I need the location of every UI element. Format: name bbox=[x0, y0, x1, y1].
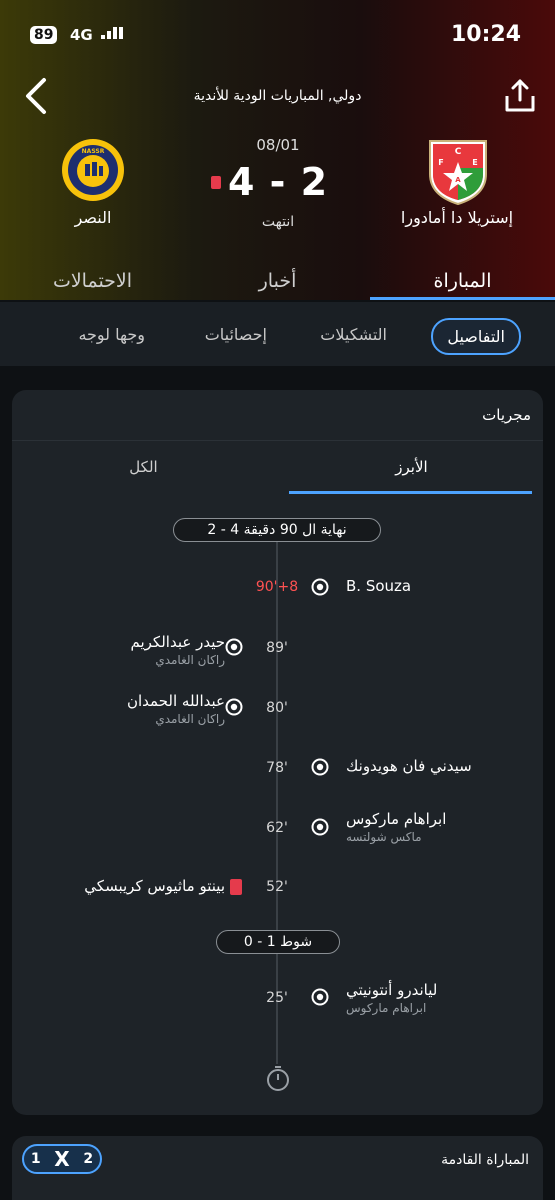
away-logo-text: NASSR bbox=[82, 148, 105, 155]
match-status: انتهت bbox=[261, 214, 295, 230]
subtab-lineups[interactable]: التشكيلات bbox=[320, 325, 387, 344]
subtab-stats[interactable]: إحصائيات bbox=[205, 325, 267, 344]
signal-icon bbox=[101, 27, 123, 39]
filter-highlights[interactable]: الأبرز bbox=[290, 458, 533, 476]
event-minute: 25' bbox=[266, 990, 288, 1006]
events-title: مجريات bbox=[482, 406, 531, 424]
event-player[interactable]: ابراهام ماركوس bbox=[346, 810, 446, 828]
filter-all[interactable]: الكل bbox=[22, 458, 265, 476]
events-card: مجريات الأبرز الكل نهاية ال 90 دقيقة 4 -… bbox=[12, 390, 543, 1115]
event-minute: 62' bbox=[266, 820, 288, 836]
back-arrow-icon[interactable] bbox=[20, 76, 54, 116]
event-assist: راكان الغامدي bbox=[155, 653, 225, 667]
odds-badge-1: 1 bbox=[30, 1151, 41, 1167]
competition-name[interactable]: دولي, المباريات الودية للأندية bbox=[140, 88, 415, 104]
home-logo-letter-f: F bbox=[438, 158, 443, 167]
soccer-ball-icon bbox=[225, 638, 243, 656]
match-score: 4 - 2 bbox=[227, 160, 329, 204]
home-team-logo[interactable]: C F E A bbox=[427, 138, 489, 206]
event-minute: 90'+8 bbox=[255, 579, 299, 595]
soccer-ball-icon bbox=[311, 818, 329, 836]
full-time-pill: نهاية ال 90 دقيقة 4 - 2 bbox=[173, 518, 381, 542]
red-card-icon bbox=[230, 879, 242, 895]
detail-subtabs: التفاصيل التشكيلات إحصائيات وجها لوجه bbox=[0, 302, 555, 366]
event-player[interactable]: عبدالله الحمدان bbox=[127, 692, 225, 710]
stopwatch-icon bbox=[267, 1066, 289, 1091]
active-filter-indicator bbox=[289, 491, 532, 494]
odds-badge-x: X bbox=[54, 1147, 70, 1171]
event-player[interactable]: سيدني فان هويدونك bbox=[346, 757, 472, 775]
event-assist: راكان الغامدي bbox=[155, 712, 225, 726]
match-header: 89 4G 10:24 دولي, المباريات الودية للأند… bbox=[0, 0, 555, 300]
away-team-logo[interactable]: NASSR bbox=[61, 138, 125, 202]
soccer-ball-icon bbox=[311, 578, 329, 596]
home-logo-letter-a: A bbox=[455, 176, 461, 184]
event-assist: ابراهام ماركوس bbox=[346, 1001, 427, 1015]
soccer-ball-icon bbox=[311, 988, 329, 1006]
next-match-card[interactable]: 1 X 2 المباراة القادمة bbox=[12, 1136, 543, 1200]
away-team-name[interactable]: النصر bbox=[18, 208, 168, 227]
event-assist: ماكس شولتسه bbox=[346, 830, 422, 844]
battery-indicator: 89 bbox=[30, 26, 58, 44]
event-minute: 78' bbox=[266, 760, 288, 776]
share-icon[interactable] bbox=[503, 78, 537, 114]
tab-news[interactable]: أخبار bbox=[185, 270, 370, 292]
event-minute: 52' bbox=[266, 879, 288, 895]
event-minute: 89' bbox=[266, 640, 288, 656]
timeline-line bbox=[276, 538, 278, 1064]
event-player[interactable]: لياندرو أنتونيتي bbox=[346, 981, 437, 999]
home-team-name[interactable]: إستريلا دا أمادورا bbox=[377, 208, 537, 227]
event-player[interactable]: بينتو ماثيوس كريبسكي bbox=[84, 877, 225, 895]
half-time-pill: شوط 1 - 0 bbox=[216, 930, 340, 954]
soccer-ball-icon bbox=[311, 758, 329, 776]
status-time: 10:24 bbox=[450, 22, 521, 47]
subtab-head-to-head[interactable]: وجها لوجه bbox=[78, 325, 145, 344]
match-date: 08/01 bbox=[256, 136, 300, 154]
odds-badge[interactable]: 1 X 2 bbox=[22, 1144, 102, 1174]
tab-odds[interactable]: الاحتمالات bbox=[0, 270, 185, 292]
home-logo-letter-c: C bbox=[455, 147, 462, 157]
next-match-title: المباراة القادمة bbox=[441, 1152, 529, 1168]
event-player[interactable]: B. Souza bbox=[346, 577, 411, 595]
odds-badge-2: 2 bbox=[83, 1151, 94, 1167]
event-minute: 80' bbox=[266, 700, 288, 716]
home-logo-letter-e: E bbox=[472, 158, 477, 167]
event-player[interactable]: حيدر عبدالكريم bbox=[131, 633, 226, 651]
main-tabs: المباراة أخبار الاحتمالات bbox=[0, 262, 555, 302]
network-label: 4G bbox=[70, 26, 93, 44]
divider bbox=[12, 440, 543, 441]
soccer-ball-icon bbox=[225, 698, 243, 716]
tab-match[interactable]: المباراة bbox=[370, 270, 555, 292]
active-tab-indicator bbox=[370, 297, 555, 300]
subtab-details[interactable]: التفاصيل bbox=[431, 318, 521, 355]
